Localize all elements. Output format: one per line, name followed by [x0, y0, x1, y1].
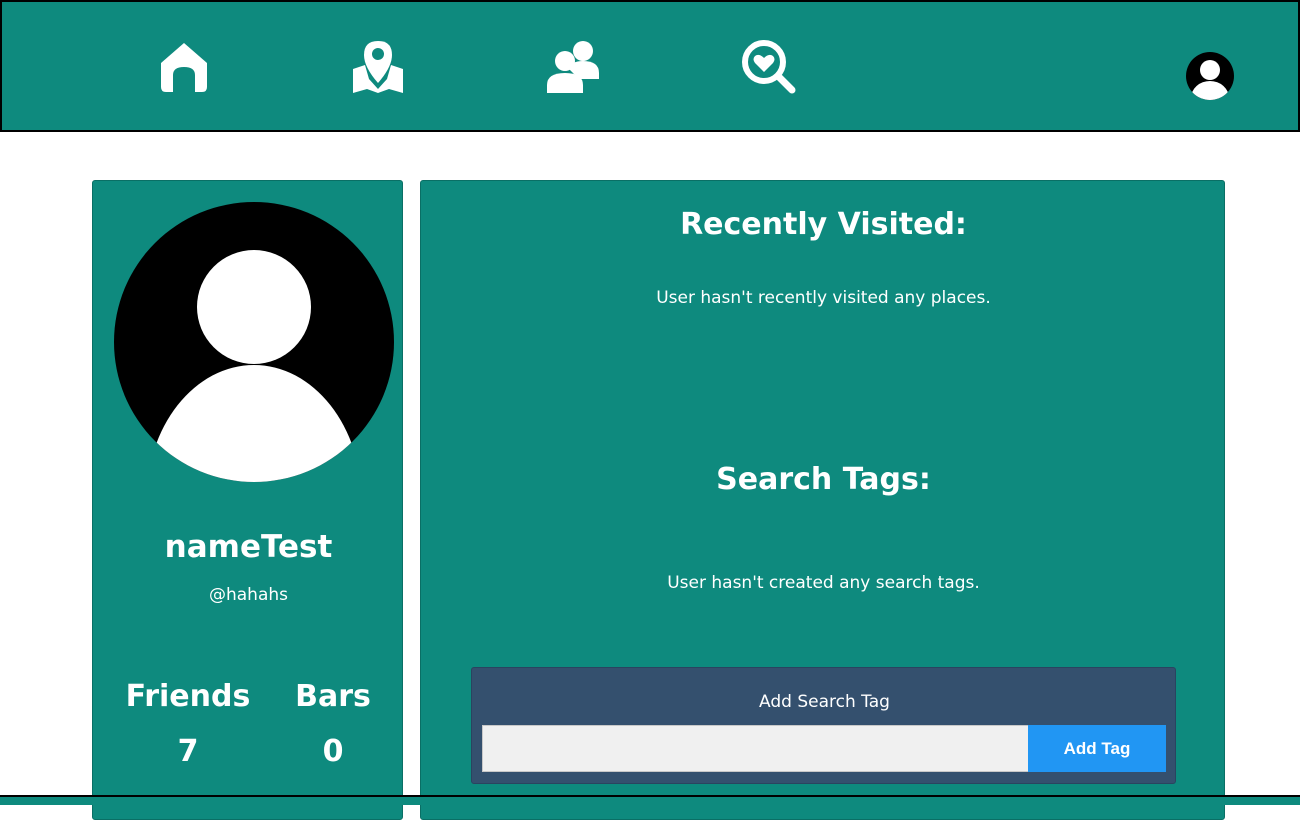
- recently-visited-title: Recently Visited:: [680, 207, 967, 242]
- top-nav-bar: [0, 0, 1300, 132]
- map-pin-icon: [351, 39, 405, 93]
- profile-avatar: [114, 202, 394, 482]
- bars-label: Bars: [295, 679, 371, 714]
- add-search-tag-title: Add Search Tag: [759, 692, 890, 712]
- profile-display-name: nameTest: [164, 529, 333, 565]
- add-search-tag-panel: Add Search Tag Add Tag: [471, 667, 1176, 784]
- friends-label: Friends: [125, 679, 251, 714]
- nav-discover-button[interactable]: [738, 36, 798, 96]
- recently-visited-empty: User hasn't recently visited any places.: [656, 288, 991, 308]
- home-icon: [157, 39, 211, 93]
- search-tags-title: Search Tags:: [716, 462, 931, 497]
- nav-map-button[interactable]: [348, 36, 408, 96]
- profile-card: nameTest @hahahs Friends 7 Bars 0: [92, 180, 403, 820]
- search-tag-input[interactable]: [482, 725, 1028, 772]
- users-icon: [545, 39, 601, 93]
- activity-card: Recently Visited: User hasn't recently v…: [420, 180, 1225, 820]
- search-tags-empty: User hasn't created any search tags.: [667, 573, 980, 593]
- friends-count: 7: [177, 734, 199, 769]
- user-avatar-icon: [147, 250, 361, 482]
- account-avatar-button[interactable]: [1186, 52, 1234, 100]
- search-heart-icon: [740, 38, 796, 94]
- profile-handle: @hahahs: [208, 585, 288, 605]
- nav-friends-button[interactable]: [543, 36, 603, 96]
- nav-home-button[interactable]: [154, 36, 214, 96]
- add-tag-button[interactable]: Add Tag: [1028, 725, 1166, 772]
- friends-stat[interactable]: Friends 7: [123, 679, 253, 769]
- bars-stat[interactable]: Bars 0: [283, 679, 383, 769]
- user-avatar-icon: [1186, 60, 1234, 100]
- bars-count: 0: [322, 734, 344, 769]
- bottom-bar: [0, 795, 1300, 805]
